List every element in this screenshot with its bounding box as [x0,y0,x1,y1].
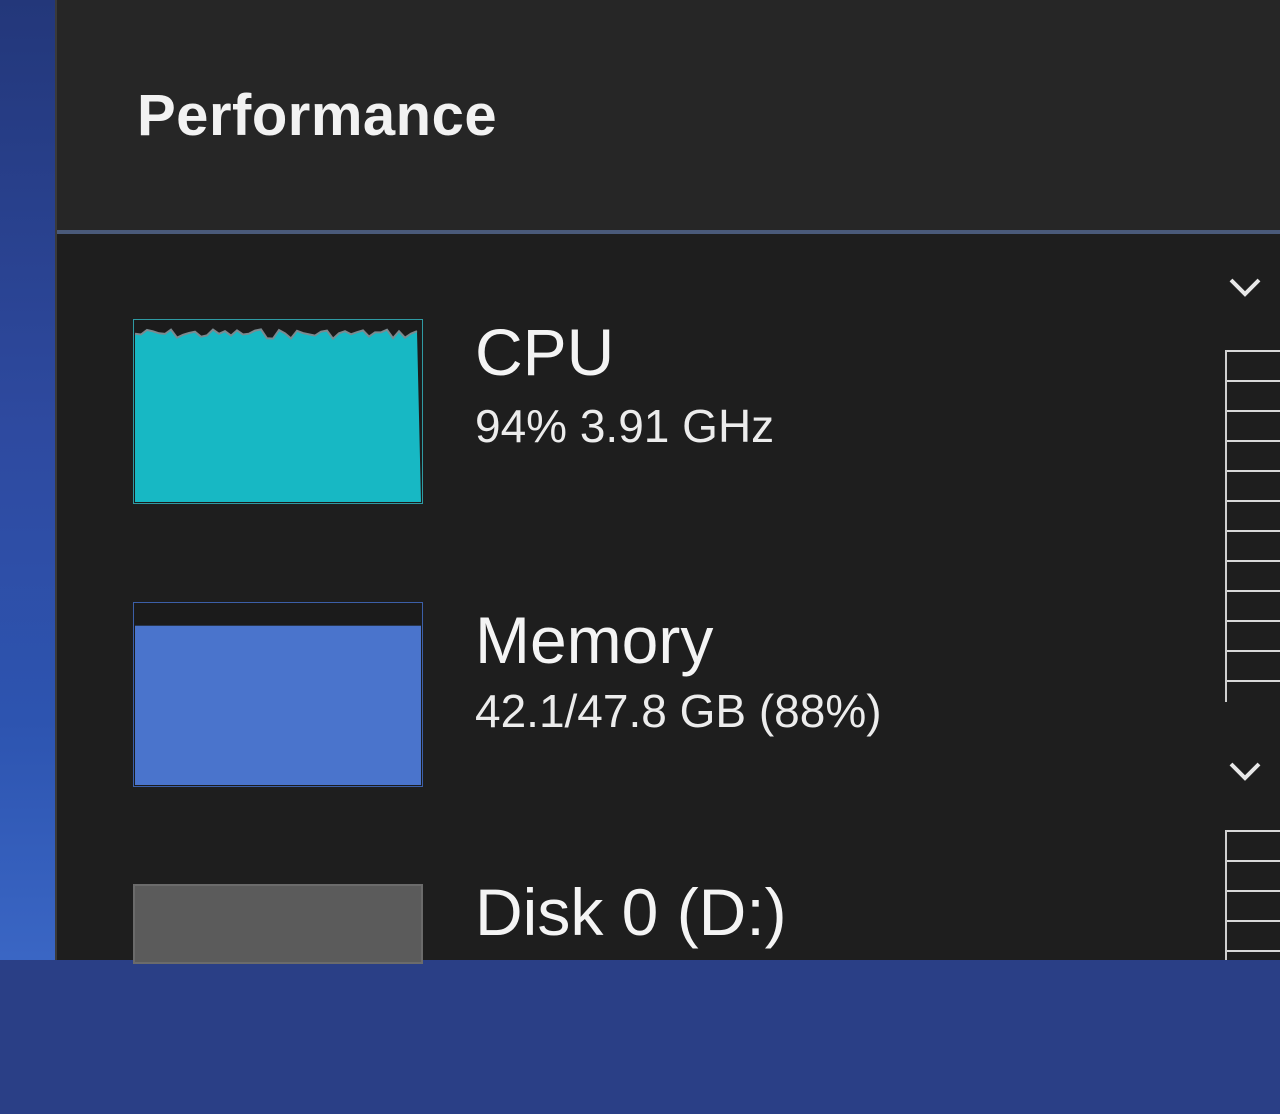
resource-item-memory[interactable]: Memory 42.1/47.8 GB (88%) [57,602,1217,842]
side-mini-graph [1225,830,1280,960]
resource-list: CPU 94% 3.91 GHz Memory 42.1/47.8 GB (88… [57,234,1280,964]
disk-usage-graph [133,884,423,964]
cpu-usage-graph [133,319,423,504]
chevron-down-icon[interactable] [1225,268,1265,308]
memory-subtitle: 42.1/47.8 GB (88%) [475,685,882,737]
side-mini-graph [1225,350,1280,702]
chevron-down-icon-svg [1229,762,1261,781]
cpu-usage-graph-svg [133,319,423,504]
chevron-shape [1229,762,1261,781]
memory-title: Memory [475,603,714,677]
resource-item-disk0[interactable]: Disk 0 (D:) [57,874,1217,1114]
task-manager-window: Performance CPU 94% 3.91 GHz Memory 42.1… [55,0,1280,964]
cpu-title: CPU [475,315,615,389]
chevron-down-icon-svg [1229,278,1261,297]
memory-graph-fill [135,625,421,785]
page-title: Performance [137,83,498,148]
chevron-shape [1229,278,1261,297]
chevron-down-icon[interactable] [1225,752,1265,792]
memory-usage-graph [133,602,423,787]
memory-usage-graph-svg [133,602,423,787]
resource-item-cpu[interactable]: CPU 94% 3.91 GHz [57,314,1217,554]
disk-title: Disk 0 (D:) [475,875,787,949]
cpu-graph-fill [135,329,421,502]
cpu-subtitle: 94% 3.91 GHz [475,400,775,452]
page-header: Performance [57,0,1280,232]
